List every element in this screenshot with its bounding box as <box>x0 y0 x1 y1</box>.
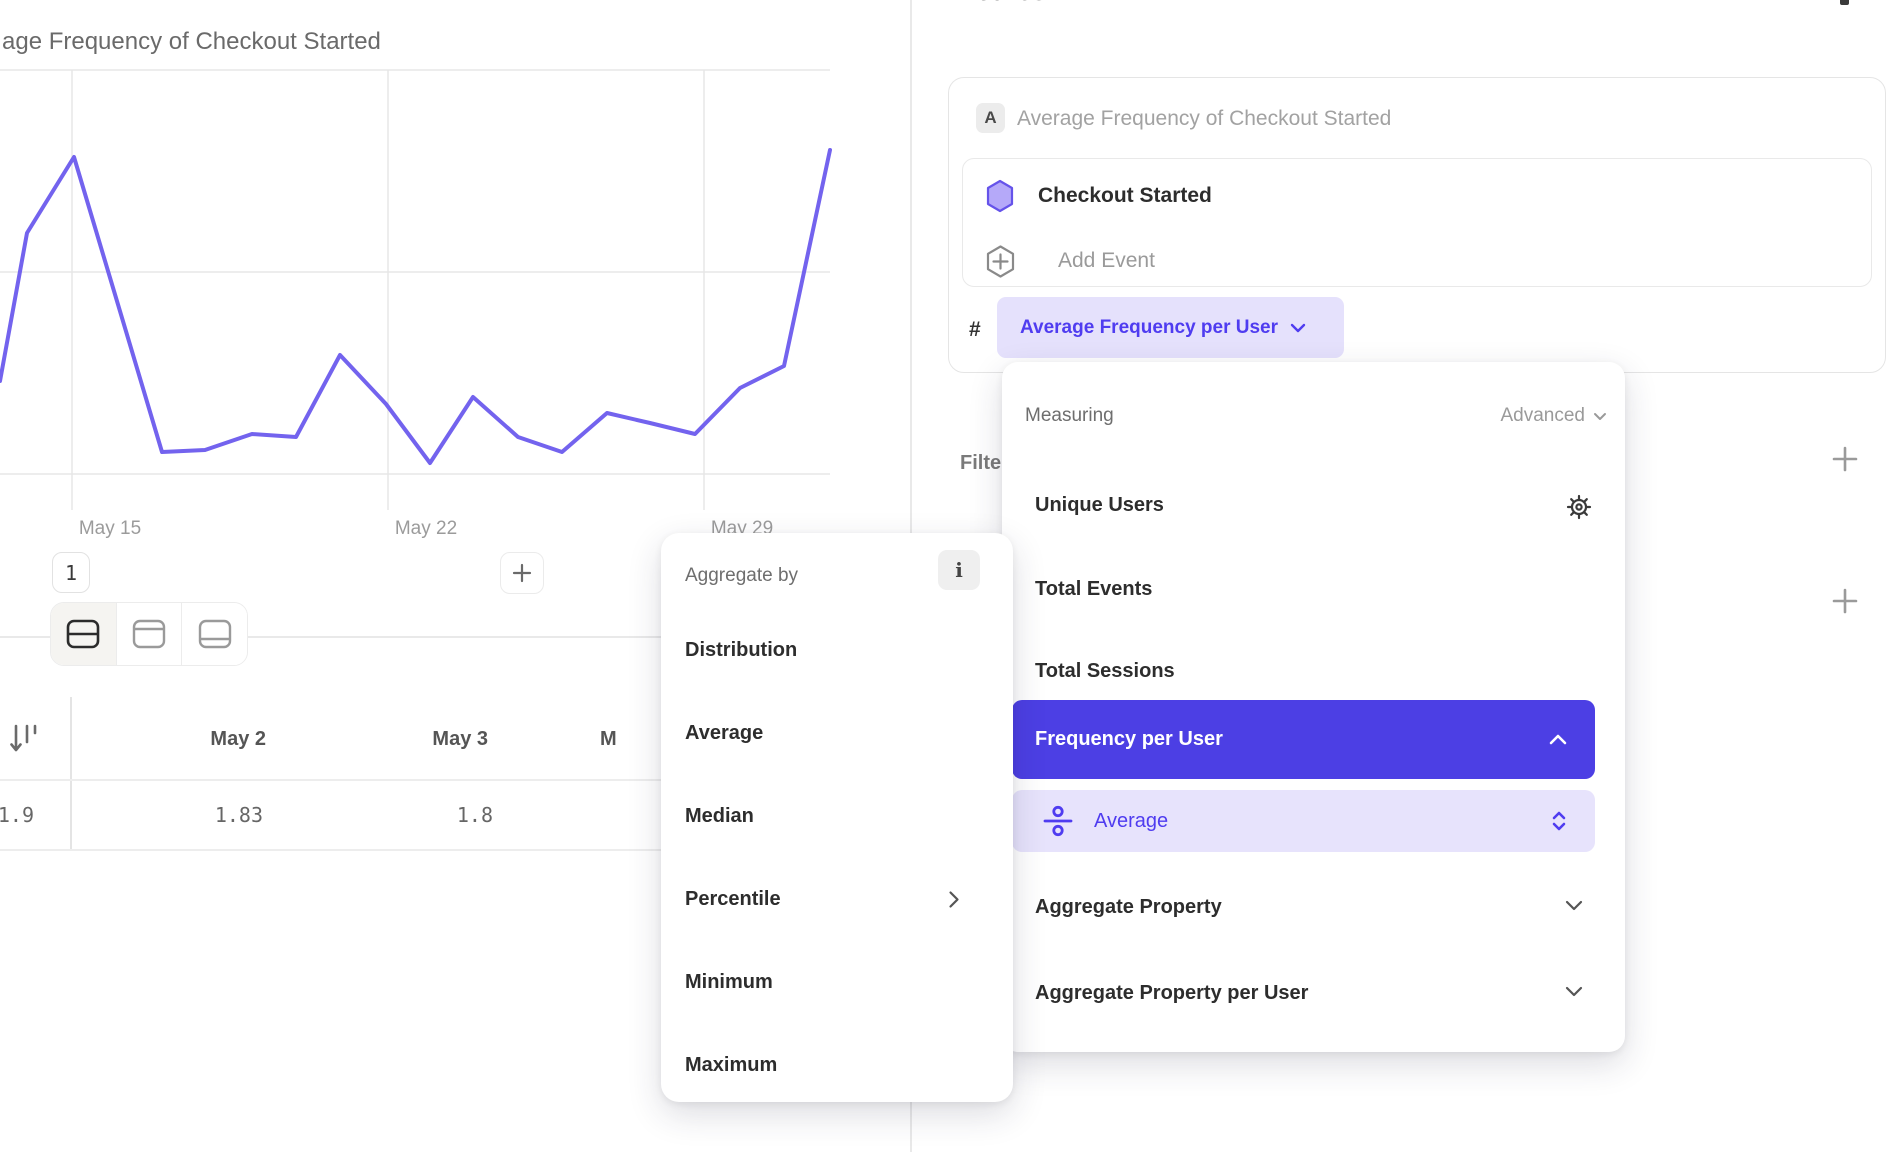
plus-icon <box>1831 445 1859 473</box>
subitem-label: Average <box>1094 810 1168 833</box>
add-event-icon[interactable] <box>984 244 1017 279</box>
metrics-section-title: Metrics <box>955 0 1046 7</box>
table-header-may2[interactable]: May 2 <box>66 728 266 751</box>
x-axis-label: May 15 <box>65 518 155 540</box>
measuring-dropdown-panel: Measuring Advanced Unique Users Total <box>1002 362 1625 1052</box>
event-hexagon-icon <box>985 179 1015 213</box>
layout-top-bar-button[interactable] <box>116 603 182 665</box>
bottom-bar-icon <box>197 618 233 650</box>
table-header-may3[interactable]: May 3 <box>288 728 488 751</box>
add-filter-button[interactable] <box>1830 444 1860 474</box>
layout-bottom-bar-button[interactable] <box>181 603 247 665</box>
aggregate-by-dropdown-panel: Aggregate by i Distribution Average Medi… <box>661 533 1013 1102</box>
menu-item-percentile[interactable]: Percentile <box>685 888 781 911</box>
measurement-dropdown-button[interactable]: Average Frequency per User <box>997 297 1344 358</box>
add-event-label[interactable]: Add Event <box>1058 249 1155 273</box>
chevron-down-icon[interactable] <box>1565 900 1583 911</box>
chevron-down-icon <box>1290 323 1306 333</box>
insights-app: age Frequency of Checkout Started May 15… <box>0 0 1898 1152</box>
x-axis-label: May 22 <box>381 518 471 540</box>
menu-item-distribution[interactable]: Distribution <box>685 639 797 662</box>
menu-item-median[interactable]: Median <box>685 805 754 828</box>
menu-item-aggregate-property[interactable]: Aggregate Property <box>1035 896 1222 919</box>
menu-item-total-sessions[interactable]: Total Sessions <box>1035 660 1175 683</box>
info-icon[interactable]: i <box>938 550 980 590</box>
table-cell-value: 1.8 <box>288 803 493 827</box>
split-horizontal-icon <box>65 618 101 650</box>
plus-icon <box>511 562 533 584</box>
measurement-dropdown-label: Average Frequency per User <box>1020 317 1278 339</box>
menu-item-maximum[interactable]: Maximum <box>685 1054 777 1077</box>
chevron-up-icon <box>1549 734 1567 745</box>
menu-item-minimum[interactable]: Minimum <box>685 971 773 994</box>
menu-item-total-events[interactable]: Total Events <box>1035 578 1152 601</box>
plus-icon <box>1831 587 1859 615</box>
table-cell-value: 1.83 <box>66 803 263 827</box>
layout-split-horizontal-button[interactable] <box>51 603 116 665</box>
menu-subitem-average[interactable]: Average <box>1012 790 1595 852</box>
measurement-hash-symbol: # <box>969 318 981 342</box>
chevron-up-down-icon <box>1551 810 1567 832</box>
add-annotation-button[interactable] <box>500 552 544 594</box>
average-divide-icon <box>1042 804 1074 838</box>
menu-item-average[interactable]: Average <box>685 722 763 745</box>
advanced-toggle[interactable]: Advanced <box>1500 405 1607 427</box>
clipped-plus-icon-fragment[interactable] <box>1840 0 1849 5</box>
chevron-down-icon[interactable] <box>1565 986 1583 997</box>
table-cell-value: 1.9 <box>0 803 34 827</box>
table-column-divider <box>70 697 72 850</box>
event-name[interactable]: Checkout Started <box>1038 184 1212 208</box>
line-chart <box>0 0 860 560</box>
metric-title[interactable]: Average Frequency of Checkout Started <box>1017 107 1391 131</box>
gear-icon[interactable] <box>1564 492 1594 522</box>
aggregate-by-header: Aggregate by <box>685 565 798 587</box>
menu-item-unique-users[interactable]: Unique Users <box>1035 494 1164 517</box>
chevron-down-icon <box>1593 412 1607 421</box>
menu-item-aggregate-property-per-user[interactable]: Aggregate Property per User <box>1035 982 1308 1005</box>
selected-item-label: Frequency per User <box>1035 728 1223 751</box>
metric-letter-badge: A <box>976 103 1005 133</box>
sort-icon[interactable] <box>8 720 42 760</box>
measuring-header: Measuring <box>1025 405 1114 427</box>
top-bar-icon <box>131 618 167 650</box>
layout-toggle-group <box>50 602 248 666</box>
bucket-size-input[interactable]: 1 <box>52 552 90 593</box>
chart-line <box>0 150 830 463</box>
add-breakdown-button[interactable] <box>1830 586 1860 616</box>
menu-item-frequency-per-user-selected[interactable]: Frequency per User <box>1012 700 1595 779</box>
advanced-label: Advanced <box>1500 405 1585 427</box>
chevron-right-icon <box>948 890 960 909</box>
